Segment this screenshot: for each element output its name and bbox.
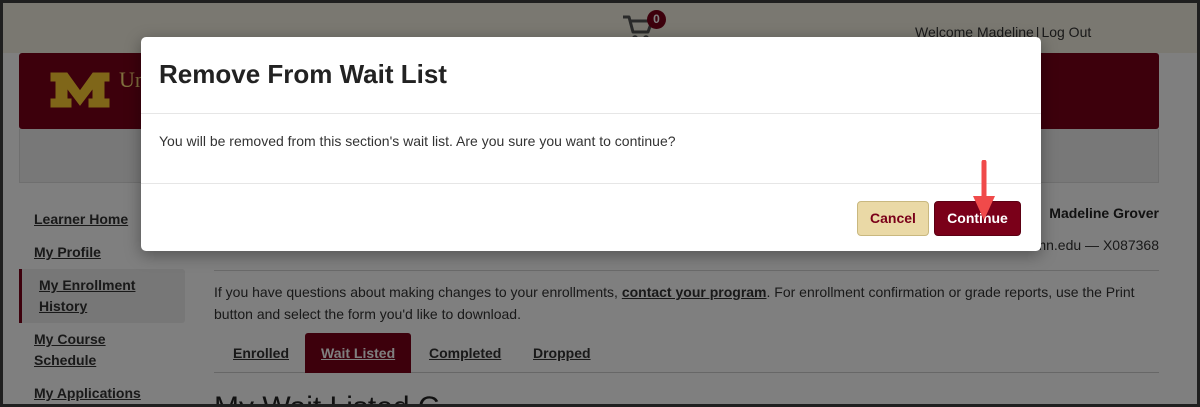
modal-title: Remove From Wait List — [159, 59, 447, 89]
arrow-down-icon — [973, 160, 995, 220]
modal-footer: Cancel Continue — [141, 183, 1041, 251]
modal-message: You will be removed from this section's … — [159, 133, 676, 149]
remove-wait-list-dialog: Remove From Wait List You will be remove… — [141, 37, 1041, 251]
modal-header: Remove From Wait List — [141, 37, 1041, 114]
screenshot-frame: 0 Welcome Madeline|Log Out M Un Learner … — [0, 0, 1200, 407]
cancel-button[interactable]: Cancel — [857, 201, 929, 236]
